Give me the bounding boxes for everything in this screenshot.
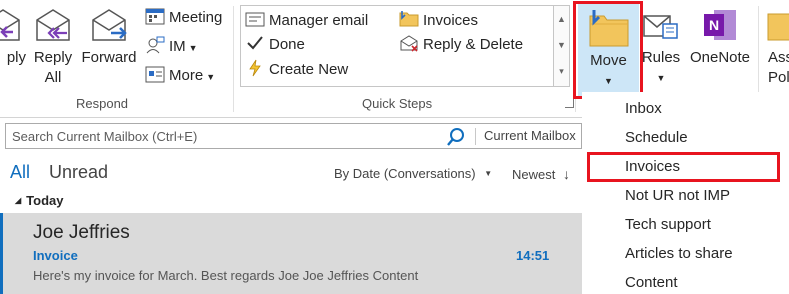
scroll-down-icon[interactable]: ▼ (554, 32, 569, 58)
quick-step-create-new[interactable]: Create New (245, 58, 348, 82)
forward-button[interactable]: Forward (80, 0, 138, 68)
collapse-icon: ◢ (15, 196, 22, 205)
quick-steps-scrollbar[interactable]: ▲ ▼ ▾ (553, 6, 569, 86)
sort-order-label: Newest (512, 167, 556, 182)
quick-step-label: Invoices (423, 12, 479, 29)
quick-step-label: Manager email (269, 12, 369, 29)
meeting-icon (145, 8, 165, 25)
meeting-label: Meeting (169, 9, 223, 26)
assign-policy-label-1: Ass (768, 49, 789, 66)
lightning-icon (249, 59, 261, 77)
reply-all-label-1: Reply (33, 49, 73, 66)
search-divider (475, 128, 476, 145)
onenote-button[interactable]: N OneNote (686, 0, 754, 68)
group-separator (233, 6, 234, 112)
message-preview: Here's my invoice for March. Best regard… (33, 268, 419, 283)
list-item[interactable]: Joe Jeffries Invoice 14:51 Here's my inv… (0, 213, 582, 294)
assign-policy-button[interactable]: Ass Pol (764, 0, 789, 88)
onenote-icon: N (704, 10, 736, 40)
onenote-label: OneNote (689, 49, 751, 66)
more-dropdown-icon: ▼ (206, 72, 216, 82)
rules-icon (643, 15, 678, 39)
assign-policy-label-2: Pol (768, 69, 789, 86)
reply-label: ply (6, 49, 26, 66)
invoices-highlight-box (587, 152, 780, 182)
quick-step-done[interactable]: Done (245, 33, 305, 57)
sort-by-dropdown[interactable]: By Date (Conversations) ▼ (334, 166, 492, 181)
date-group-label: Today (26, 193, 64, 208)
sort-order-toggle[interactable]: Newest ↓ (512, 166, 570, 182)
svg-text:N: N (709, 17, 719, 33)
rules-label: Rules (641, 49, 681, 66)
quick-step-label: Reply & Delete (423, 36, 524, 53)
forward-icon (92, 9, 127, 41)
quick-step-manager-email[interactable]: Manager email (245, 9, 368, 33)
reply-all-label-2: All (44, 69, 62, 86)
menu-item-articles-to-share[interactable]: Articles to share (625, 245, 733, 262)
sort-dropdown-icon: ▼ (484, 169, 493, 178)
menu-item-content[interactable]: Content (625, 274, 678, 291)
more-button[interactable]: More ▼ (145, 64, 215, 89)
checkmark-icon (247, 36, 263, 50)
search-input[interactable] (12, 124, 432, 148)
rules-dropdown-icon: ▼ (656, 73, 666, 83)
meeting-button[interactable]: Meeting (145, 6, 222, 30)
arrow-down-icon: ↓ (562, 166, 570, 182)
forward-label: Forward (81, 49, 137, 66)
rules-button[interactable]: Rules ▼ (640, 0, 682, 88)
message-sender: Joe Jeffries (33, 222, 130, 243)
search-box: Current Mailbox (5, 123, 582, 149)
im-label: IM (169, 38, 186, 55)
selection-indicator (0, 213, 3, 294)
dialog-launcher-icon[interactable] (565, 99, 574, 108)
menu-item-not-ur-not-imp[interactable]: Not UR not IMP (625, 187, 730, 204)
move-highlight-box (573, 1, 643, 99)
im-icon (146, 36, 165, 54)
menu-item-inbox[interactable]: Inbox (625, 100, 662, 117)
reply-all-button[interactable]: Reply All (30, 0, 76, 88)
im-dropdown-icon: ▼ (188, 43, 198, 53)
more-label: More (169, 67, 204, 84)
quick-step-reply-delete[interactable]: Reply & Delete (399, 33, 523, 57)
move-menu: Inbox Schedule Invoices Not UR not IMP T… (582, 92, 789, 294)
quick-step-label: Create New (269, 61, 349, 78)
filter-unread[interactable]: Unread (49, 162, 108, 183)
message-subject: Invoice (33, 248, 78, 263)
gallery-expand-icon[interactable]: ▾ (554, 58, 569, 84)
quick-step-label: Done (269, 36, 305, 53)
quick-steps-group-label: Quick Steps (362, 96, 433, 111)
message-time: 14:51 (516, 248, 550, 263)
search-icon[interactable] (446, 127, 466, 147)
reply-delete-icon (400, 35, 418, 52)
filter-all[interactable]: All (10, 162, 30, 183)
folder-icon (399, 11, 419, 27)
quick-step-invoices[interactable]: Invoices (399, 9, 478, 33)
more-icon (145, 66, 165, 83)
respond-group-label: Respond (76, 96, 129, 111)
quick-steps-gallery: Manager email Done Create New Invoices R… (240, 5, 570, 87)
reply-button[interactable]: ply (0, 0, 26, 68)
menu-item-schedule[interactable]: Schedule (625, 129, 688, 146)
menu-item-tech-support[interactable]: Tech support (625, 216, 711, 233)
im-button[interactable]: IM ▼ (145, 35, 198, 60)
reply-icon (0, 9, 20, 41)
date-group-header[interactable]: ◢ Today (15, 193, 63, 208)
reply-all-icon (36, 9, 70, 41)
scroll-up-icon[interactable]: ▲ (554, 6, 569, 32)
envelope-icon (245, 12, 265, 27)
assign-policy-icon (767, 13, 789, 41)
search-scope-dropdown[interactable]: Current Mailbox (484, 128, 576, 143)
sort-by-label: By Date (Conversations) (334, 166, 476, 181)
